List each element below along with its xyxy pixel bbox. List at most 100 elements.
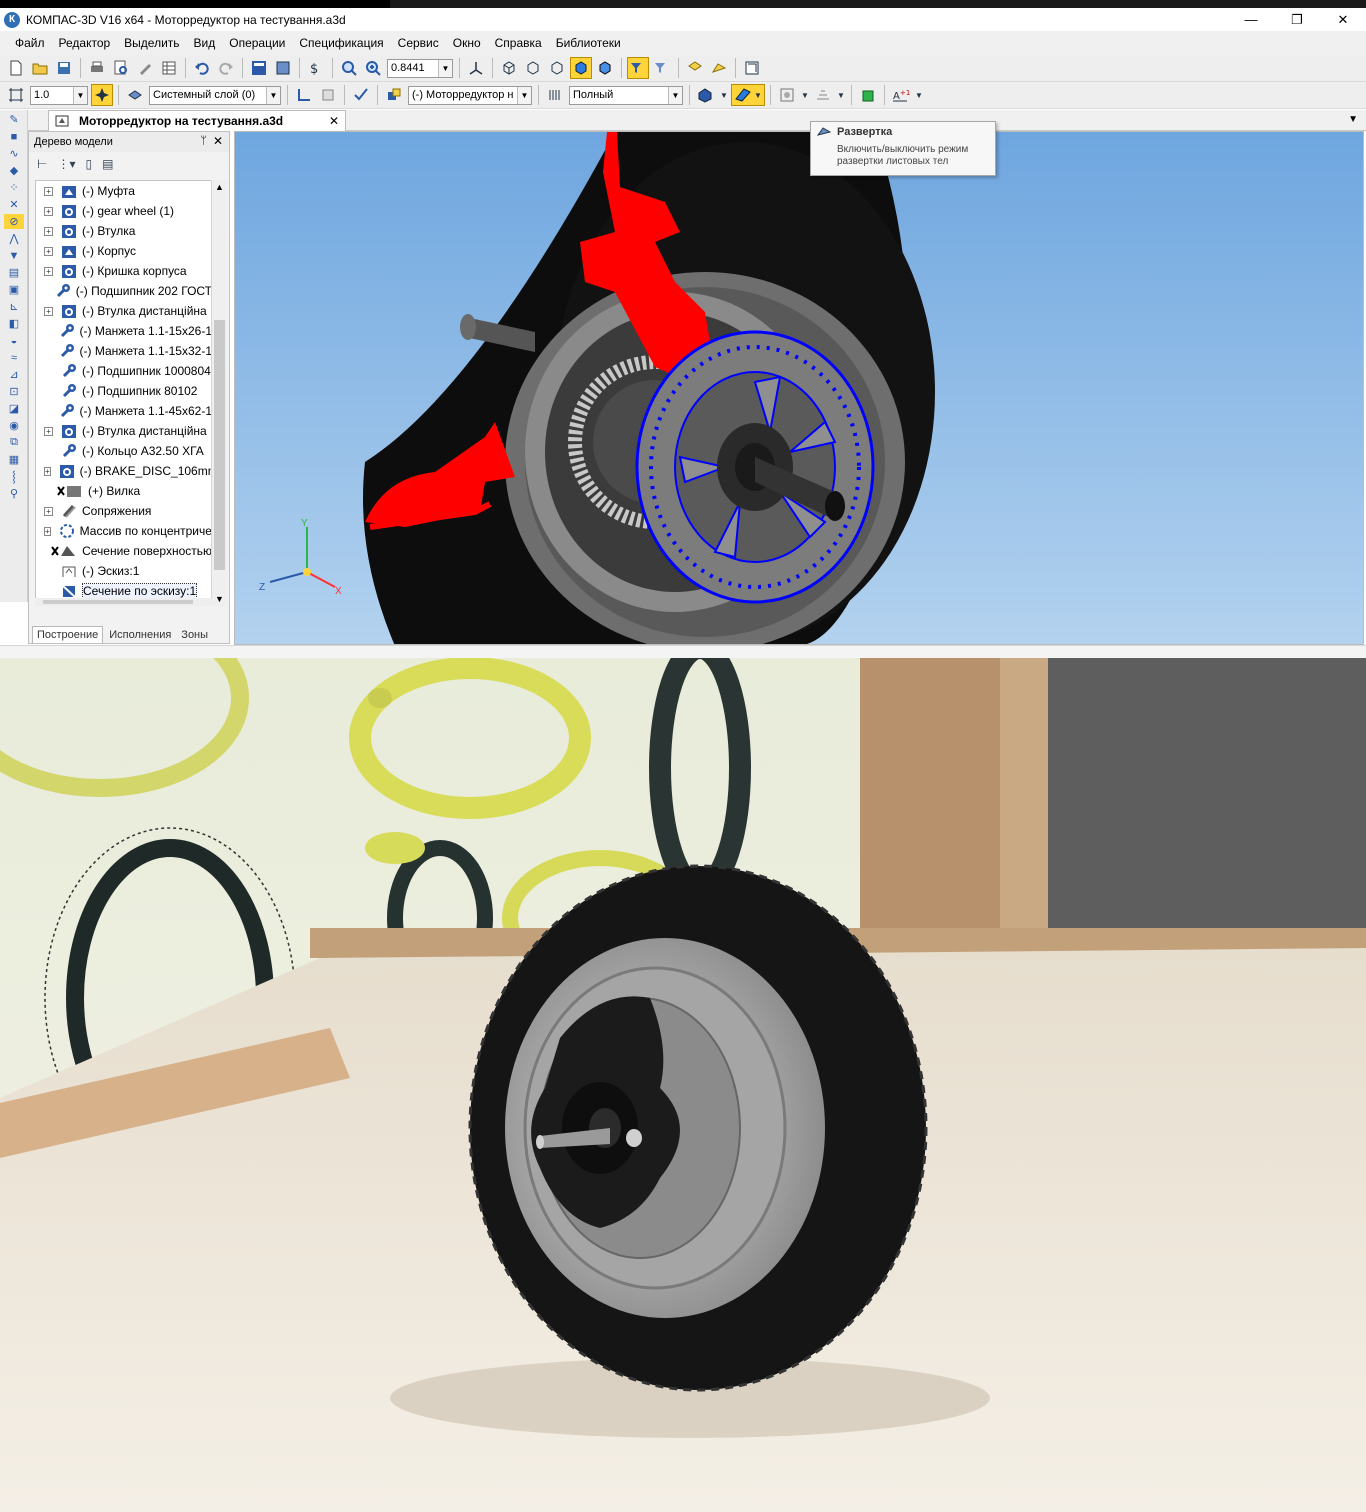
tree-sort-icon[interactable]: ⋮▾: [57, 157, 75, 171]
close-panel-icon[interactable]: ✕: [213, 134, 223, 148]
filter-icon[interactable]: [627, 57, 649, 79]
variables-icon[interactable]: $: [305, 57, 327, 79]
step-combo[interactable]: 1.0 ▼: [30, 85, 88, 105]
model-render[interactable]: Y X Z: [235, 132, 1364, 645]
tree-item[interactable]: + (-) Втулка: [36, 221, 212, 241]
sheet-tool-icon[interactable]: ◧: [4, 316, 24, 331]
menu-libraries[interactable]: Библиотеки: [549, 36, 628, 50]
layer-icon[interactable]: [124, 84, 146, 106]
curves-icon[interactable]: ∿: [4, 146, 24, 161]
edit-color-icon[interactable]: ▼: [731, 84, 765, 106]
tab-build[interactable]: Построение: [32, 626, 104, 643]
chevron-down-icon[interactable]: ▼: [73, 86, 87, 104]
3d-viewport[interactable]: Y X Z: [234, 131, 1364, 645]
tree-item[interactable]: (+) Вилка: [36, 481, 212, 501]
chevron-down-icon[interactable]: ▼: [719, 84, 729, 106]
green-box-icon[interactable]: [857, 84, 879, 106]
tree-item[interactable]: (-) Манжета 1.1-45х62-1: [36, 401, 212, 421]
assembly-tool-icon[interactable]: ⧉: [4, 435, 24, 450]
new-file-icon[interactable]: [5, 57, 27, 79]
open-file-icon[interactable]: [29, 57, 51, 79]
component-combo[interactable]: (-) Моторредуктор н ▼: [408, 85, 532, 105]
menu-help[interactable]: Справка: [488, 36, 549, 50]
unfold-icon[interactable]: [708, 57, 730, 79]
tree-item[interactable]: + (-) Кришка корпуса: [36, 261, 212, 281]
shaded-icon[interactable]: [570, 57, 592, 79]
material-icon[interactable]: ◉: [4, 418, 24, 433]
close-tab-icon[interactable]: ✕: [329, 114, 339, 128]
redo-icon[interactable]: [215, 57, 237, 79]
tree-item[interactable]: + (-) Втулка дистанційна: [36, 301, 212, 321]
chevron-down-icon[interactable]: ▼: [266, 86, 280, 104]
search-tool-icon[interactable]: ⚲: [4, 486, 24, 501]
properties-icon[interactable]: [134, 57, 156, 79]
tree-item[interactable]: (-) Кольцо А32.50 ХГА: [36, 441, 212, 461]
section-tool-icon[interactable]: ◪: [4, 401, 24, 416]
tree-item[interactable]: Сечение поверхностью: [36, 541, 212, 561]
expand-plus-icon[interactable]: +: [44, 506, 53, 516]
render-icon[interactable]: [776, 84, 798, 106]
style-icon[interactable]: [544, 84, 566, 106]
tree-item[interactable]: (-) Эскиз:1: [36, 561, 212, 581]
snap-toggle-icon[interactable]: [91, 84, 113, 106]
variables-tool-icon[interactable]: ⸾: [4, 469, 24, 484]
tree-item[interactable]: + (-) Муфта: [36, 181, 212, 201]
tree-horizontal-scrollbar[interactable]: [35, 598, 213, 606]
scroll-thumb[interactable]: [43, 600, 193, 604]
check-icon[interactable]: [350, 84, 372, 106]
zoom-window-icon[interactable]: [338, 57, 360, 79]
wireframe-icon[interactable]: [498, 57, 520, 79]
expand-plus-icon[interactable]: +: [44, 466, 51, 476]
expand-plus-icon[interactable]: +: [44, 306, 53, 316]
select-filter-icon[interactable]: [651, 57, 673, 79]
tree-item[interactable]: + (-) BRAKE_DISC_106mm: [36, 461, 212, 481]
tree-filter-icon[interactable]: ▯: [85, 157, 92, 171]
tree-structure-icon[interactable]: ⊢: [37, 157, 47, 171]
tree-item[interactable]: + (-) Втулка дистанційна: [36, 421, 212, 441]
measure-tool-icon[interactable]: ⊾: [4, 299, 24, 314]
hidden-lines-icon[interactable]: [522, 57, 544, 79]
text-style-icon[interactable]: A +1: [890, 84, 912, 106]
dimensions-icon[interactable]: ⋀: [4, 231, 24, 246]
tree-item[interactable]: + (-) gear wheel (1): [36, 201, 212, 221]
undo-icon[interactable]: [191, 57, 213, 79]
edit-sketch-icon[interactable]: ✎: [4, 112, 24, 127]
menu-operations[interactable]: Операции: [222, 36, 292, 50]
tab-list-chevron-icon[interactable]: ▼: [1348, 114, 1358, 125]
expand-plus-icon[interactable]: +: [44, 206, 53, 216]
tab-versions[interactable]: Исполнения: [105, 627, 175, 643]
spec-icon[interactable]: ▤: [4, 265, 24, 280]
expand-plus-icon[interactable]: +: [44, 226, 53, 236]
tree-item[interactable]: (-) Манжета 1.1-15х32-1: [36, 341, 212, 361]
menu-service[interactable]: Сервис: [391, 36, 446, 50]
tree-vertical-scrollbar[interactable]: ▲ ▼: [211, 180, 227, 606]
minimize-button[interactable]: —: [1228, 8, 1274, 31]
tree-item[interactable]: + (-) Корпус: [36, 241, 212, 261]
document-tab[interactable]: Моторредуктор на тестування.a3d ✕: [48, 110, 346, 131]
chevron-down-icon[interactable]: ▼: [517, 86, 531, 104]
manager-icon[interactable]: [248, 57, 270, 79]
report-icon[interactable]: ▣: [4, 282, 24, 297]
zoom-combo[interactable]: 0.8441 ▼: [387, 58, 453, 78]
component-edit-icon[interactable]: [383, 84, 405, 106]
chevron-down-icon[interactable]: ▼: [800, 84, 810, 106]
color-3d-icon[interactable]: [695, 84, 717, 106]
filter-tool-icon[interactable]: ▼: [4, 248, 24, 263]
maximize-button[interactable]: ❐: [1274, 8, 1320, 31]
elements-icon[interactable]: ⊿: [4, 367, 24, 382]
print-icon[interactable]: [86, 57, 108, 79]
auxiliary-geometry-icon[interactable]: ✕: [4, 197, 24, 212]
tree-doc-icon[interactable]: ▤: [102, 157, 113, 171]
pipe-icon[interactable]: ◒: [4, 333, 24, 348]
scroll-thumb[interactable]: [214, 320, 225, 570]
library-tool-icon[interactable]: ▦: [4, 452, 24, 467]
scroll-up-icon[interactable]: ▲: [215, 182, 224, 192]
grid-snap-icon[interactable]: [5, 84, 27, 106]
surface-icon[interactable]: ◆: [4, 163, 24, 178]
style-combo[interactable]: Полный ▼: [569, 85, 683, 105]
table-icon[interactable]: [158, 57, 180, 79]
tab-zones[interactable]: Зоны: [177, 627, 212, 643]
save-icon[interactable]: [53, 57, 75, 79]
expand-plus-icon[interactable]: +: [44, 246, 53, 256]
chevron-down-icon[interactable]: ▼: [668, 86, 682, 104]
